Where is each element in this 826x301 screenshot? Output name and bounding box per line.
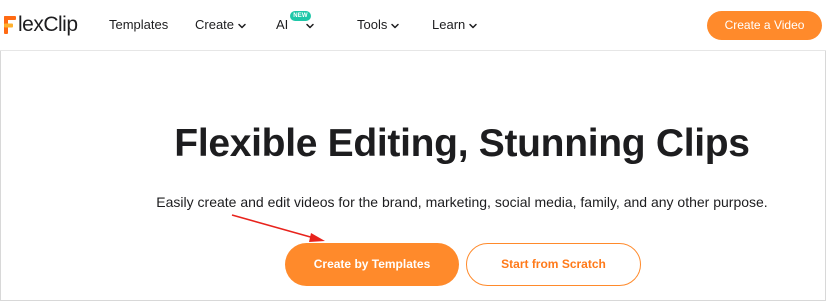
chevron-down-icon	[390, 21, 400, 31]
logo-f-icon	[4, 16, 16, 34]
nav-learn-label: Learn	[432, 17, 466, 32]
top-nav-bar: lexClip Templates Create AI NEW Tools Le…	[0, 0, 826, 51]
logo-text: lexClip	[18, 13, 78, 36]
new-badge: NEW	[290, 11, 311, 21]
create-video-button[interactable]: Create a Video	[707, 11, 822, 40]
chevron-down-icon	[305, 21, 315, 31]
hero-subtitle: Easily create and edit videos for the br…	[156, 194, 768, 210]
chevron-down-icon	[237, 21, 247, 31]
nav-tools[interactable]: Tools	[357, 17, 400, 32]
nav-learn[interactable]: Learn	[432, 17, 478, 32]
nav-create-label: Create	[195, 17, 235, 32]
chevron-down-icon	[468, 21, 478, 31]
create-by-templates-button[interactable]: Create by Templates	[285, 243, 459, 286]
hero-title: Flexible Editing, Stunning Clips	[174, 122, 750, 165]
nav-ai-label: AI	[276, 17, 289, 32]
start-from-scratch-button[interactable]: Start from Scratch	[466, 243, 641, 286]
flexclip-logo[interactable]: lexClip	[3, 13, 78, 37]
nav-create[interactable]: Create	[195, 17, 247, 32]
nav-templates-label: Templates	[109, 17, 169, 32]
nav-tools-label: Tools	[357, 17, 388, 32]
nav-templates[interactable]: Templates	[109, 17, 168, 32]
